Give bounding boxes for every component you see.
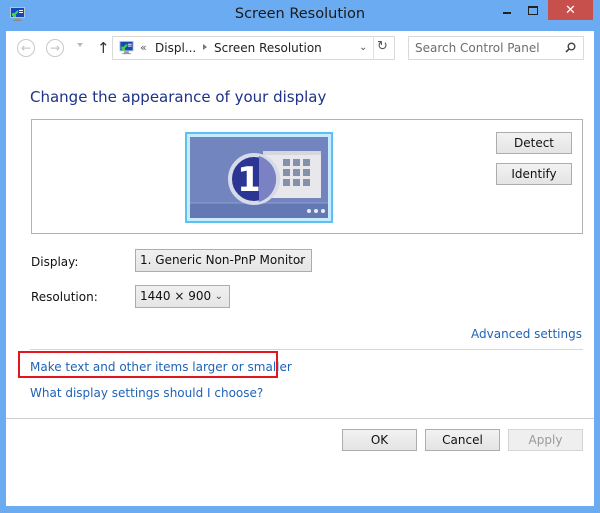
display-label: Display: — [31, 255, 79, 269]
minimize-icon — [503, 12, 511, 14]
address-divider — [373, 37, 374, 59]
chevron-down-icon: ⌄ — [296, 255, 305, 266]
resolution-select[interactable]: 1440 × 900 ⌄ — [135, 285, 230, 308]
monitor-1-icon[interactable]: 1 — [185, 132, 333, 223]
address-dropdown-icon[interactable]: ⌄ — [359, 42, 367, 53]
divider — [30, 349, 583, 350]
text-size-link[interactable]: Make text and other items larger or smal… — [30, 360, 292, 374]
monitor-arrangement-area: 1 Detect Identify — [31, 119, 583, 234]
detect-button[interactable]: Detect — [496, 132, 572, 154]
footer-divider — [6, 418, 594, 419]
window-client: ← → ↑ « Displ... Screen Resolution ⌄ ↻ S… — [6, 31, 594, 506]
cancel-button[interactable]: Cancel — [425, 429, 500, 451]
resolution-select-value: 1440 × 900 — [140, 289, 212, 303]
back-button[interactable]: ← — [17, 39, 35, 57]
maximize-icon — [528, 5, 538, 15]
recent-locations-dropdown[interactable] — [77, 43, 83, 47]
display-help-link[interactable]: What display settings should I choose? — [30, 386, 263, 400]
identify-button[interactable]: Identify — [496, 163, 572, 185]
ok-button[interactable]: OK — [342, 429, 417, 451]
breadcrumb-overflow[interactable]: « — [140, 41, 147, 54]
breadcrumb-display[interactable]: Displ... — [155, 41, 196, 55]
minimize-button[interactable] — [494, 0, 520, 20]
chevron-down-icon: ⌄ — [214, 291, 223, 302]
breadcrumb-screen-resolution[interactable]: Screen Resolution — [214, 41, 322, 55]
search-input[interactable]: Search Control Panel — [408, 36, 584, 60]
page-heading: Change the appearance of your display — [30, 88, 327, 106]
search-placeholder: Search Control Panel — [415, 41, 540, 55]
close-icon: ✕ — [565, 2, 576, 18]
address-bar[interactable]: « Displ... Screen Resolution ⌄ ↻ — [112, 36, 395, 60]
monitor-number: 1 — [237, 160, 261, 200]
advanced-settings-link[interactable]: Advanced settings — [471, 327, 582, 341]
title-bar: Screen Resolution ✕ — [0, 0, 600, 31]
close-button[interactable]: ✕ — [548, 0, 593, 20]
forward-button[interactable]: → — [46, 39, 64, 57]
breadcrumb-separator-icon[interactable] — [203, 44, 207, 50]
display-select[interactable]: 1. Generic Non-PnP Monitor ⌄ — [135, 249, 312, 272]
search-icon[interactable] — [565, 42, 576, 53]
apply-button[interactable]: Apply — [508, 429, 583, 451]
navigation-bar: ← → ↑ « Displ... Screen Resolution ⌄ ↻ S… — [6, 31, 594, 67]
up-button[interactable]: ↑ — [97, 39, 110, 57]
maximize-button[interactable] — [520, 0, 546, 20]
display-select-value: 1. Generic Non-PnP Monitor — [140, 253, 306, 267]
resolution-label: Resolution: — [31, 290, 98, 304]
refresh-button[interactable]: ↻ — [377, 39, 388, 54]
display-control-panel-icon — [119, 40, 134, 55]
